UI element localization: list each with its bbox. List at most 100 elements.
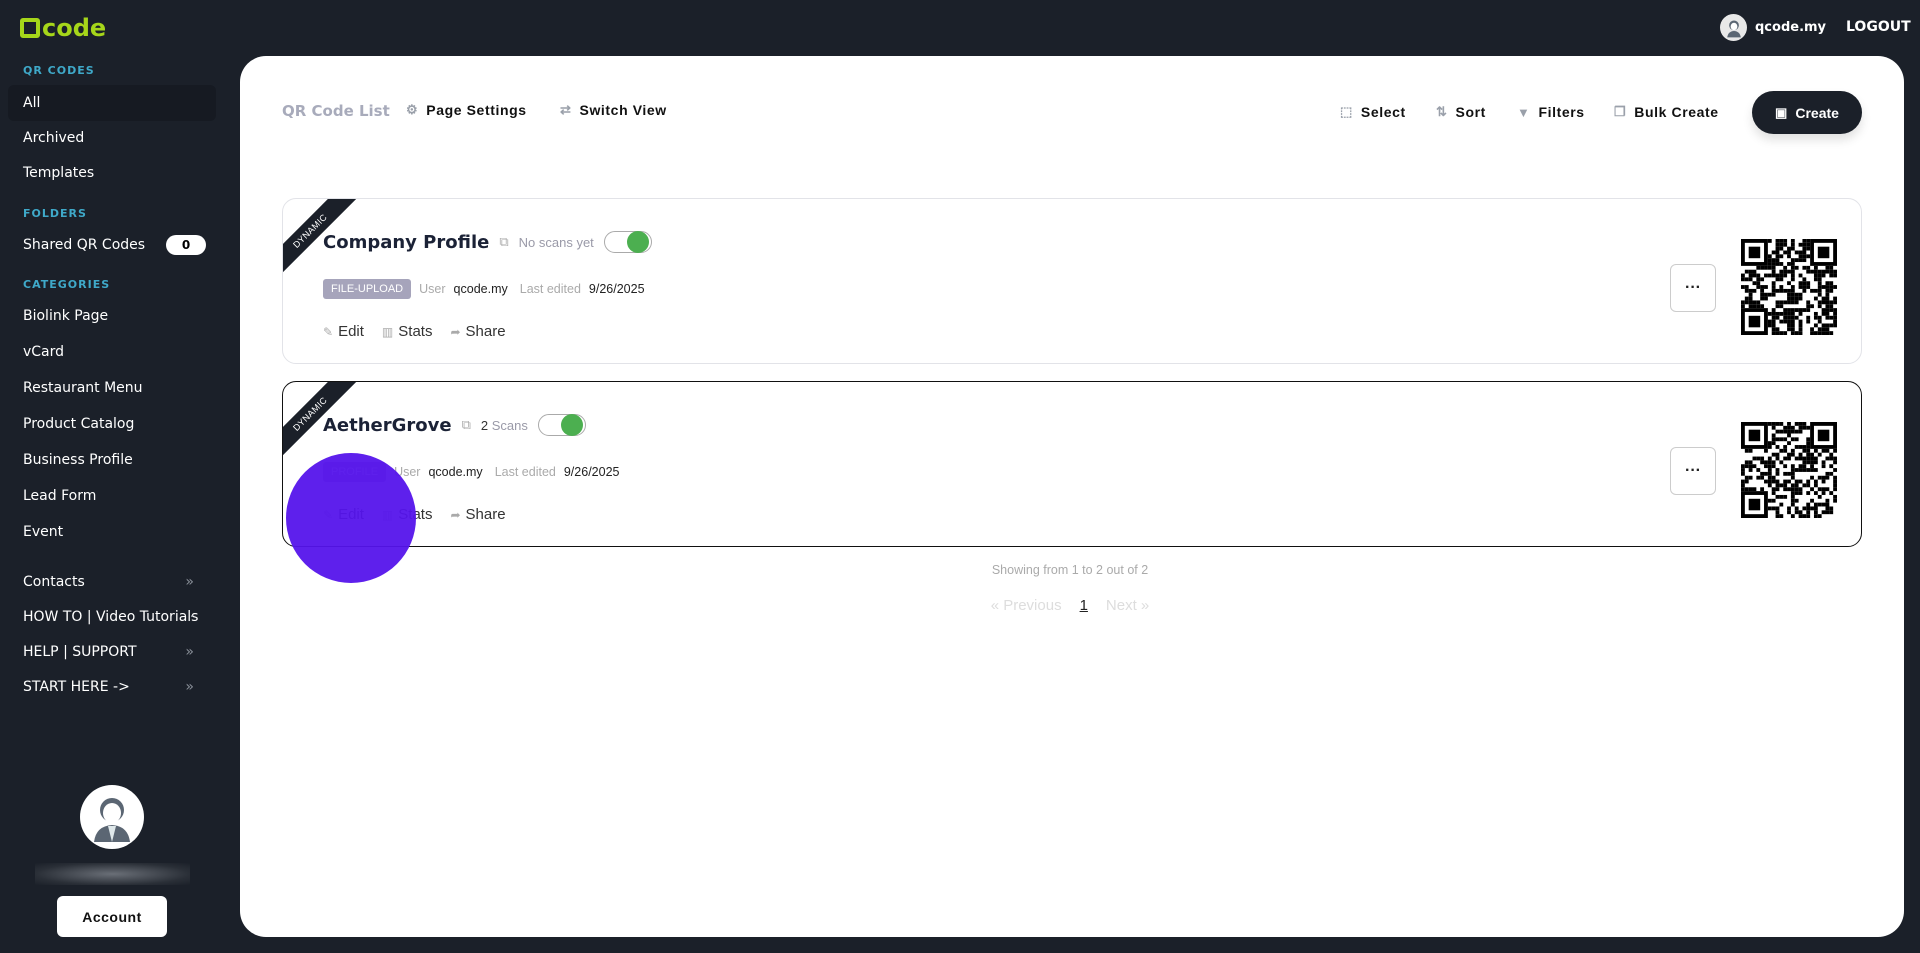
switch-view-label: Switch View [579,102,667,118]
filters-button[interactable]: ▼ Filters [1517,104,1585,120]
select-label: Select [1360,104,1406,120]
select-box-icon: ⬚ [1340,104,1353,119]
pencil-icon: ✎ [323,325,334,339]
switch-view-button[interactable]: ⇄ Switch View [560,102,667,118]
edited-value: 9/26/2025 [563,465,620,479]
qr-code-image[interactable] [1741,239,1837,335]
next-page-link[interactable]: Next » [1106,597,1149,614]
sidebar-item-archived[interactable]: Archived [8,120,216,156]
section-folders: FOLDERS [23,207,87,220]
scan-count: No scans yet [519,235,594,250]
page-title: QR Code List [282,102,390,120]
external-link-icon[interactable]: ⧉ [499,234,508,250]
pagination: « Previous 1 Next » [940,597,1200,614]
sidebar-item-all[interactable]: All [8,85,216,121]
user-avatar-icon [94,798,130,842]
active-toggle[interactable] [603,231,652,253]
active-toggle[interactable] [537,414,586,436]
share-button[interactable]: ➦ Share [450,323,505,340]
sidebar-item-shared-qr-codes[interactable]: Shared QR Codes 0 [8,227,216,263]
qr-name[interactable]: Company Profile [323,232,489,253]
click-indicator [286,453,416,583]
filter-icon: ▼ [1517,104,1531,120]
user-label: User [419,282,446,296]
section-categories: CATEGORIES [23,278,111,291]
sidebar-item-templates[interactable]: Templates [8,155,216,191]
gear-icon: ⚙ [406,102,419,117]
more-options-button[interactable]: ··· [1670,264,1716,312]
top-avatar-icon [1720,14,1747,41]
chevron-double-right-icon: · [189,609,194,625]
sidebar-item-category[interactable]: vCard [8,334,216,370]
page-settings-label: Page Settings [426,102,527,118]
qr-card[interactable]: DYNAMIC Company Profile ⧉ No scans yet FI… [282,198,1862,364]
edited-label: Last edited [519,282,581,296]
sidebar-item-category[interactable]: Restaurant Menu [8,370,216,406]
external-link-icon[interactable]: ⧉ [462,417,471,433]
user-value: qcode.my [453,282,508,296]
sort-label: Sort [1455,104,1486,120]
scan-label: Scans [491,417,528,433]
edited-value: 9/26/2025 [588,282,645,296]
scan-number: 2 [480,417,489,433]
menu-label: Contacts [23,574,85,590]
sidebar-item-menu[interactable]: Contacts » [8,564,216,600]
user-avatar[interactable] [80,785,144,849]
sidebar-item-category[interactable]: Business Profile [8,442,216,478]
scan-label: No scans yet [518,234,594,250]
folder-count-badge: 0 [166,235,206,255]
sidebar-item-category[interactable]: Lead Form [8,478,216,514]
chevron-double-right-icon: » [185,679,194,695]
menu-label: START HERE -> [23,679,130,695]
user-value: qcode.my [428,465,483,479]
filters-label: Filters [1538,104,1585,120]
edited-label: Last edited [494,465,556,479]
sort-icon: ⇅ [1436,104,1448,119]
username-placeholder-bar [35,863,190,885]
sidebar-item-category[interactable]: Product Catalog [8,406,216,442]
qr-code-image[interactable] [1741,422,1837,518]
category-badge: FILE-UPLOAD [323,279,412,299]
sidebar-item-menu[interactable]: HOW TO | Video Tutorials · [8,599,216,635]
sidebar-item-menu[interactable]: START HERE -> » [8,669,216,705]
scan-count: 2 Scans [481,418,528,433]
top-user-menu[interactable]: qcode.my [1720,14,1826,41]
pagination-summary: Showing from 1 to 2 out of 2 [991,563,1149,577]
page-settings-button[interactable]: ⚙ Page Settings [406,102,527,118]
select-button[interactable]: ⬚ Select [1340,104,1406,120]
qr-plus-icon: ▣ [1775,104,1788,120]
qr-card[interactable]: DYNAMIC AetherGrove⧉ 2 Scans PROFILE Use… [282,381,1862,547]
switch-icon: ⇄ [560,102,572,117]
bar-chart-icon: ▥ [381,325,394,339]
top-username: qcode.my [1755,20,1827,35]
sidebar-item-category[interactable]: Event [8,514,216,550]
share-icon: ➦ [450,508,461,522]
folder-label: Shared QR Codes [23,237,146,253]
qr-code-list-title: QR Code List [282,102,390,120]
logo-text: code [42,14,107,42]
create-label: Create [1795,104,1839,121]
chevron-double-right-icon: » [185,574,194,590]
create-button[interactable]: ▣ Create [1752,91,1862,134]
sort-button[interactable]: ⇅ Sort [1436,104,1486,120]
stats-button[interactable]: ▥Stats [382,323,433,340]
more-options-button[interactable]: ··· [1670,447,1716,495]
qcode-logo[interactable]: code [20,14,106,42]
sidebar-item-menu[interactable]: HELP | SUPPORT » [8,634,216,670]
chevron-double-right-icon: » [185,644,194,660]
bulk-create-label: Bulk Create [1634,104,1719,120]
bulk-create-button[interactable]: ❐ Bulk Create [1614,104,1719,120]
logout-link[interactable]: LOGOUT [1846,19,1911,35]
share-icon: ➦ [450,325,461,339]
previous-page-link[interactable]: « Previous [991,597,1062,614]
menu-label: HOW TO | Video Tutorials [23,609,199,625]
qr-name[interactable]: AetherGrove [323,415,452,436]
sidebar-item-category[interactable]: Biolink Page [8,298,216,334]
page-1-link[interactable]: 1 [1080,597,1088,614]
section-qr-codes: QR CODES [23,64,95,77]
edit-button[interactable]: ✎Edit [323,323,364,340]
account-button[interactable]: Account [57,896,167,937]
menu-label: HELP | SUPPORT [23,644,137,660]
share-button[interactable]: ➦ Share [450,506,505,523]
copy-icon: ❐ [1614,104,1627,119]
